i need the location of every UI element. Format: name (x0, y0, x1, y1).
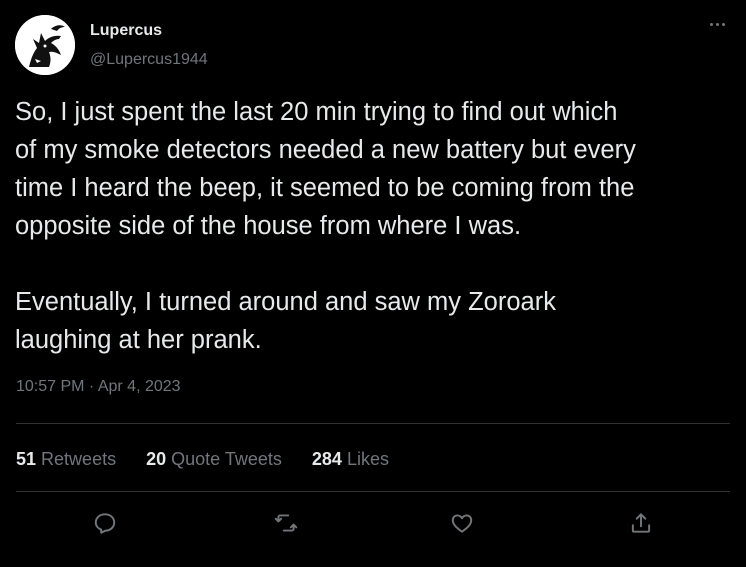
divider (16, 491, 730, 492)
share-icon (631, 513, 651, 533)
quote-tweets-stat[interactable]: 20 Quote Tweets (146, 449, 282, 470)
tweet-card: Lupercus @Lupercus1944 So, I just spent … (0, 0, 746, 567)
tweet-timestamp[interactable]: 10:57 PM · Apr 4, 2023 (16, 378, 181, 396)
retweets-label: Retweets (41, 449, 117, 469)
wolf-avatar-icon (15, 15, 75, 75)
tweet-text: So, I just spent the last 20 min trying … (15, 98, 636, 354)
more-options-icon[interactable] (704, 14, 730, 34)
reply-button[interactable] (90, 508, 120, 538)
quotes-label: Quote Tweets (171, 449, 282, 469)
share-button[interactable] (626, 508, 656, 538)
divider (16, 423, 730, 424)
author-name[interactable]: Lupercus (90, 22, 162, 40)
retweets-stat[interactable]: 51 Retweets (16, 449, 116, 470)
like-button[interactable] (447, 508, 477, 538)
likes-label: Likes (346, 449, 389, 469)
action-bar (0, 502, 746, 542)
likes-count: 284 (311, 449, 342, 469)
retweet-button[interactable] (271, 508, 301, 538)
dot (709, 22, 713, 26)
heart-icon (451, 514, 473, 533)
dot (721, 22, 725, 26)
dot (715, 22, 719, 26)
quotes-count: 20 (146, 449, 167, 469)
avatar[interactable] (15, 15, 75, 75)
retweet-icon (274, 514, 298, 532)
tweet-stats: 51 Retweets 20 Quote Tweets 284 Likes (16, 449, 419, 470)
reply-icon (94, 513, 116, 534)
author-handle[interactable]: @Lupercus1944 (90, 51, 208, 69)
retweets-count: 51 (16, 449, 37, 469)
likes-stat[interactable]: 284 Likes (312, 449, 389, 470)
